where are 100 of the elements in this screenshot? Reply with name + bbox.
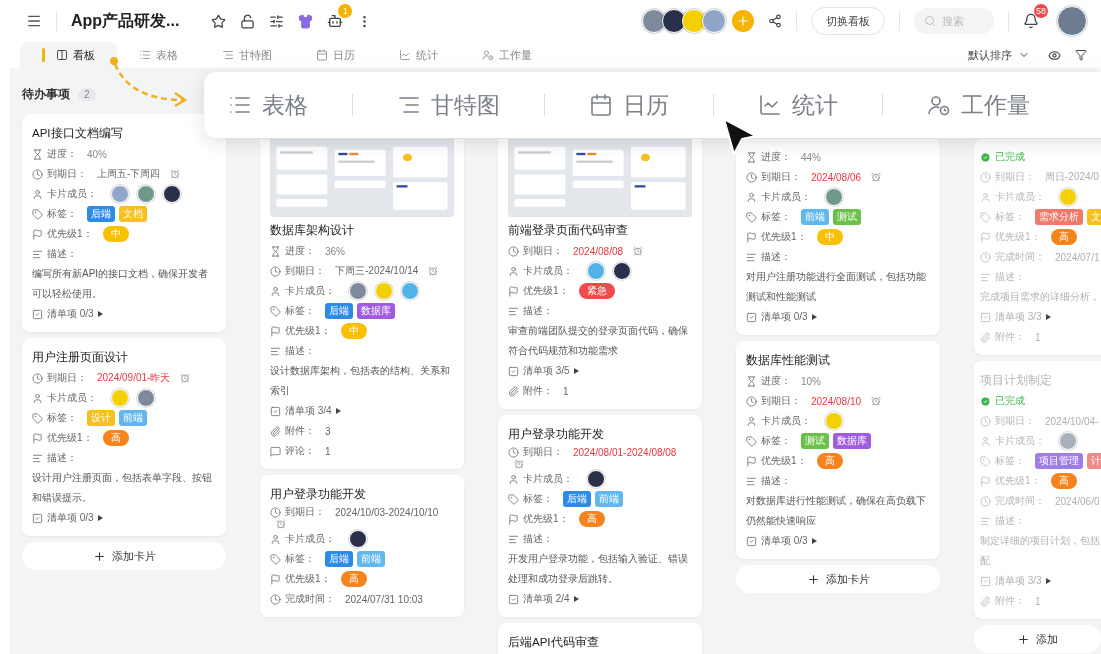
plus-icon (736, 14, 750, 28)
priority-badge: 高 (816, 453, 843, 469)
caret-icon (1045, 314, 1051, 320)
tag: 前端 (119, 410, 147, 426)
add-card-button[interactable]: 添加卡片 (22, 542, 226, 570)
field-label: 标签： (32, 411, 77, 425)
card[interactable]: 用户登录功能开发 到期日： 2024/08/01-2024/08/08 卡片成员： 标签： 后端 前端 优先级1： 高 描述： 开发用户登录功能，包括输入验证、错误处理和成功登录后跳转。 清单项 2/4 (498, 415, 702, 617)
checklist-toggle[interactable]: 清单项 2/4 (523, 592, 579, 606)
switch-board-button[interactable]: 切换看板 (811, 7, 885, 35)
field-label: 标签： (746, 210, 791, 224)
filter-icon[interactable] (1075, 49, 1087, 61)
user-clock-icon (927, 93, 951, 117)
clock-icon (508, 446, 519, 458)
flag-icon (746, 231, 757, 243)
view-tab[interactable]: 统计 (714, 89, 882, 121)
sliders-icon[interactable] (269, 13, 285, 29)
robot-icon[interactable] (327, 13, 344, 29)
add-card-button[interactable]: 添加 (974, 625, 1101, 653)
view-tab[interactable]: 工作量 (883, 89, 1074, 121)
sort-dropdown[interactable]: 默认排序 (968, 42, 1030, 68)
card[interactable]: 用户登录功能开发 到期日： 2024/10/03-2024/10/10 卡片成员： 标签： 后端 前端 优先级1： 高 完成时间： 2024/07/31 10:03 (260, 475, 464, 617)
alarm-icon (180, 373, 191, 383)
checklist-toggle[interactable]: 清单项 0/3 (47, 307, 103, 321)
caret-icon (97, 515, 103, 521)
tag: 数据库 (357, 303, 395, 319)
field-value: 2024/07/31 10:03 (345, 593, 423, 605)
card[interactable]: 后端API代码审查 (498, 623, 702, 654)
clock-icon (746, 171, 757, 183)
due-date: 2024/08/10 (811, 395, 862, 407)
priority-badge: 中 (340, 323, 367, 339)
card[interactable]: 用户注册页面设计 到期日： 2024/09/01-昨天 卡片成员： 标签： 设计 前端 优先级1： 高 描述： 设计用户注册页面，包括表单字段、按钮和错误提示。 清单项 0/3 (22, 338, 226, 536)
caret-icon (811, 314, 817, 320)
line-chart-icon (399, 49, 411, 61)
eye-icon[interactable] (1048, 48, 1061, 62)
checklist-toggle[interactable]: 清单项 3/5 (523, 364, 579, 378)
tag: 后端 (563, 491, 591, 507)
field-label: 进度： (746, 150, 791, 164)
clock-icon (32, 168, 43, 180)
card[interactable]: 进度： 44% 到期日： 2024/08/06 卡片成员： 标签： 前端 测试 优先级1： 中 描述： 对用户注册功能进行全面测试，包括功能测试和性能测试 清单项 0/3 (736, 139, 940, 335)
star-icon[interactable] (211, 13, 227, 29)
share-icon[interactable] (768, 14, 782, 28)
text-lines-icon (508, 533, 519, 545)
checklist-toggle[interactable]: 清单项 0/3 (47, 511, 103, 525)
tag: 数据库 (833, 433, 871, 449)
view-tab[interactable]: 工作量 (460, 42, 554, 68)
field-label: 描述： (508, 532, 553, 546)
tag-icon (980, 455, 991, 467)
hourglass-icon (746, 151, 757, 163)
checklist-toggle[interactable]: 清单项 0/3 (761, 534, 817, 548)
checkbox-icon (980, 311, 991, 323)
user-avatar[interactable] (1057, 6, 1087, 36)
clock-icon (508, 245, 519, 257)
card[interactable]: 前端登录页面代码审查 到期日： 2024/08/08 卡片成员： 优先级1： 紧急 描述： 审查前端团队提交的登录页面代码，确保符合代码规范和功能需求 清单项 3/5 附件： 1 (498, 139, 702, 409)
caret-icon (335, 408, 341, 414)
card[interactable]: API接口文档编写 进度： 40% 到期日： 上周五-下周四 卡片成员： 标签： 后端 文档 优先级1： 中 描述： 编写所有新API的接口文档，确保开发者可以轻松使用。 清单项 0/3 (22, 114, 226, 332)
priority-badge: 中 (102, 226, 129, 242)
text-lines-icon (270, 345, 281, 357)
field-label: 附件： (980, 594, 1025, 608)
view-tab[interactable]: 看板 (20, 42, 117, 68)
field-label: 标签： (746, 434, 791, 448)
view-tab[interactable]: 统计 (377, 42, 460, 68)
field-label: 进度： (746, 374, 791, 388)
tag: 测试 (801, 433, 829, 449)
view-tab[interactable]: 日历 (545, 89, 713, 121)
view-tab[interactable]: 甘特图 (200, 42, 294, 68)
field-label: 卡片成员： (32, 187, 97, 201)
view-tab[interactable]: 甘特图 (353, 89, 544, 121)
card[interactable]: 数据库性能测试 进度： 10% 到期日： 2024/08/10 卡片成员： 标签： 测试 数据库 优先级1： 高 描述： 对数据库进行性能测试，确保在高负载下仍然能快速响应 清单项 0/3 (736, 341, 940, 559)
caret-icon (1045, 578, 1051, 584)
user-icon (32, 188, 43, 200)
priority-badge: 高 (1050, 229, 1077, 245)
view-tab[interactable]: 日历 (294, 42, 377, 68)
clock-icon (980, 495, 991, 507)
alarm-icon (633, 246, 644, 256)
view-tab[interactable]: 表格 (228, 89, 352, 121)
shirt-icon[interactable] (298, 13, 314, 29)
alarm-icon (514, 459, 524, 469)
tag-icon (270, 305, 281, 317)
field-label: 到期日： (980, 414, 1035, 428)
tag: 后端 (325, 551, 353, 567)
field-label: 描述： (980, 514, 1025, 528)
status-text: 已完成 (995, 150, 1025, 164)
due-date: 2024/10/04- (1045, 415, 1099, 427)
field-label: 卡片成员： (32, 391, 97, 405)
checklist-toggle[interactable]: 清单项 3/4 (285, 404, 341, 418)
card-title: API接口文档编写 (32, 126, 124, 141)
avatar[interactable] (642, 9, 666, 33)
checklist-toggle[interactable]: 清单项 0/3 (761, 310, 817, 324)
bell-icon[interactable] (1023, 13, 1039, 29)
field-label: 到期日： (746, 394, 801, 408)
view-tab[interactable]: 表格 (117, 42, 200, 68)
field-value: 1 (1035, 331, 1041, 343)
unlock-icon[interactable] (240, 13, 256, 29)
card[interactable]: 数据库架构设计 进度： 36% 到期日： 下周三-2024/10/14 卡片成员： 标签： 后端 数据库 优先级1： 中 描述： 设计数据库架构，包括表的结构、关系和索引 清单项 3/4 附件： 3 评论： 1 (260, 139, 464, 469)
flag-icon (508, 513, 519, 525)
avatar[interactable] (662, 9, 686, 33)
menu-icon[interactable] (26, 13, 42, 29)
field-value: 44% (801, 151, 821, 163)
add-card-button[interactable]: 添加卡片 (736, 565, 940, 593)
checkbox-icon (508, 593, 519, 605)
